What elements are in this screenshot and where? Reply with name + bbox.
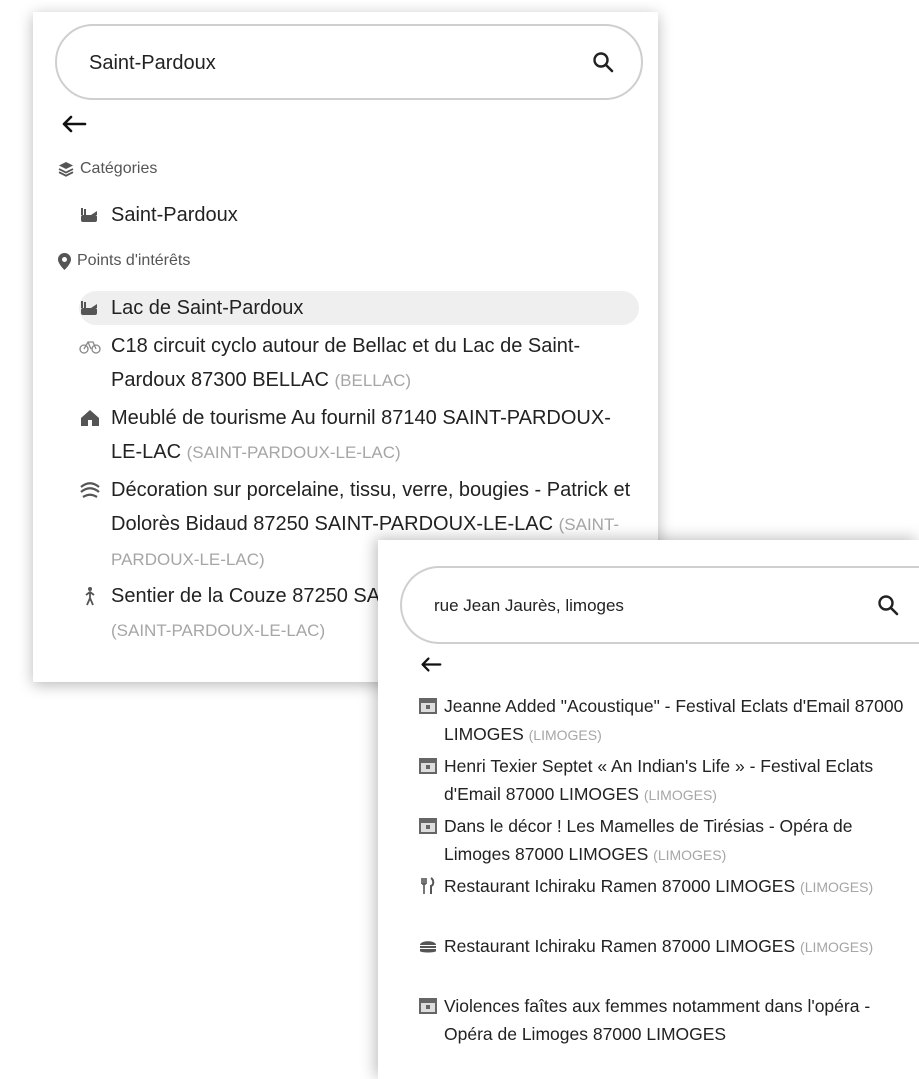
- calendar-icon: [419, 818, 437, 834]
- poi-item-meuble-tourisme[interactable]: Meublé de tourisme Au fournil 87140 SAIN…: [79, 401, 639, 470]
- categories-heading-label: Catégories: [80, 160, 158, 177]
- search-icon[interactable]: [876, 593, 900, 617]
- poi-item-lac-de-saint-pardoux[interactable]: Lac de Saint-Pardoux: [79, 291, 639, 325]
- calendar-icon: [419, 758, 437, 774]
- result-item-city: (LIMOGES): [800, 879, 874, 895]
- result-item-city: (LIMOGES): [653, 847, 727, 863]
- hiker-icon: [85, 587, 95, 606]
- result-item-restaurant-ichiraku[interactable]: Restaurant Ichiraku Ramen 87000 LIMOGES …: [418, 932, 918, 961]
- result-item-henri-texier[interactable]: Henri Texier Septet « An Indian's Life »…: [418, 752, 918, 809]
- layers-icon: [58, 162, 74, 177]
- calendar-icon: [419, 998, 437, 1014]
- poi-item-circuit-cyclo[interactable]: C18 circuit cyclo autour de Bellac et du…: [79, 329, 639, 398]
- result-item-city: (LIMOGES): [800, 939, 874, 955]
- search-input[interactable]: [432, 568, 836, 644]
- result-item-violences-femmes[interactable]: Violences faîtes aux femmes notamment da…: [418, 992, 918, 1048]
- map-marker-icon: [58, 252, 71, 270]
- category-item-label: Saint-Pardoux: [111, 204, 238, 226]
- result-item-restaurant-ichiraku[interactable]: Restaurant Ichiraku Ramen 87000 LIMOGES …: [418, 872, 918, 901]
- poi-item-city: (SAINT-PARDOUX-LE-LAC): [111, 621, 326, 640]
- bicycle-icon: [79, 341, 101, 354]
- poi-heading: Points d'intérêts: [58, 252, 190, 270]
- rental-house-icon: [81, 410, 99, 426]
- back-arrow-icon[interactable]: [61, 114, 87, 134]
- result-item-jeanne-added[interactable]: Jeanne Added "Acoustique" - Festival Ecl…: [418, 692, 918, 749]
- search-box: [55, 24, 643, 100]
- result-item-city: (LIMOGES): [643, 787, 717, 803]
- search-panel-limoges: Jeanne Added "Acoustique" - Festival Ecl…: [378, 540, 919, 1079]
- lake-icon: [81, 208, 97, 222]
- result-item-dans-le-decor[interactable]: Dans le décor ! Les Mamelles de Tirésias…: [418, 812, 918, 869]
- poi-item-city: (BELLAC): [334, 371, 412, 390]
- result-item-text: Dans le décor ! Les Mamelles de Tirésias…: [444, 816, 853, 864]
- craft-icon: [80, 482, 100, 498]
- search-icon[interactable]: [591, 50, 615, 74]
- search-input[interactable]: [87, 26, 571, 100]
- categories-heading: Catégories: [58, 160, 157, 178]
- poi-item-text: Lac de Saint-Pardoux: [111, 297, 304, 319]
- lake-icon: [81, 301, 97, 315]
- search-box: [400, 566, 919, 644]
- poi-heading-label: Points d'intérêts: [77, 252, 191, 269]
- poi-item-text: Décoration sur porcelaine, tissu, verre,…: [111, 479, 631, 535]
- result-item-text: Restaurant Ichiraku Ramen 87000 LIMOGES: [444, 876, 796, 896]
- back-arrow-icon[interactable]: [420, 656, 442, 673]
- burger-icon: [420, 941, 436, 953]
- calendar-icon: [419, 698, 437, 714]
- result-item-text: Violences faîtes aux femmes notamment da…: [444, 996, 871, 1044]
- result-item-text: Jeanne Added "Acoustique" - Festival Ecl…: [444, 696, 904, 744]
- poi-item-city: (SAINT-PARDOUX-LE-LAC): [186, 443, 401, 462]
- result-item-text: Restaurant Ichiraku Ramen 87000 LIMOGES: [444, 936, 796, 956]
- fork-knife-icon: [421, 877, 435, 894]
- result-item-city: (LIMOGES): [528, 727, 602, 743]
- category-item-saint-pardoux[interactable]: Saint-Pardoux: [79, 198, 639, 232]
